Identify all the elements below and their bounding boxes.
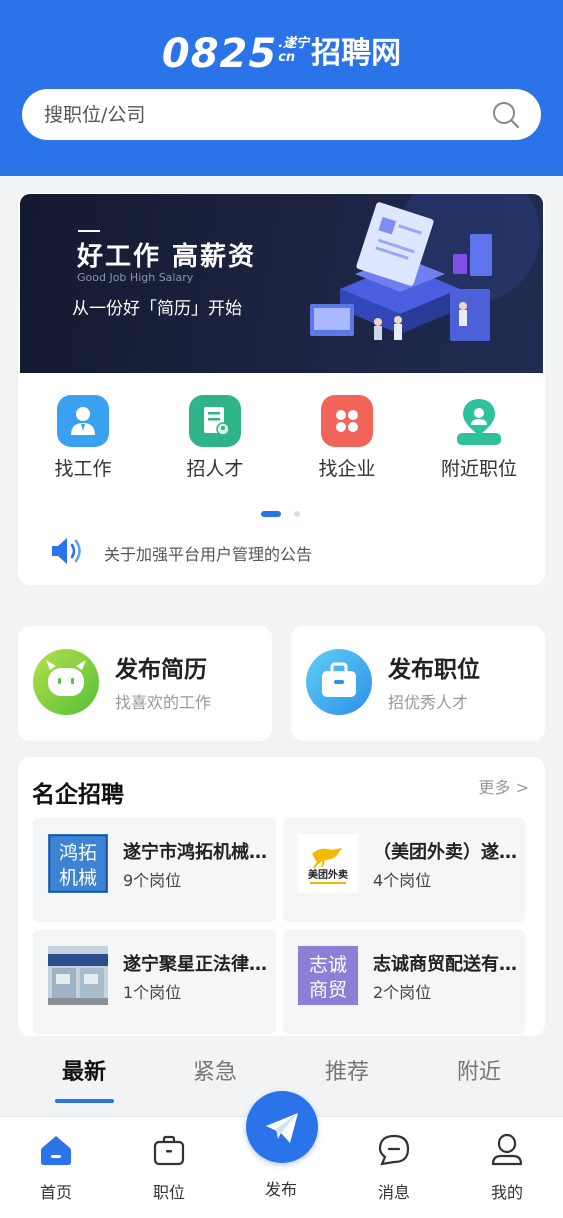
tab-nearby[interactable]: 附近 [414,1054,544,1086]
tab-recommended[interactable]: 推荐 [282,1054,412,1086]
carousel-dot[interactable] [294,511,300,517]
banner-illustration [310,194,540,341]
banner-line [78,230,100,232]
famous-companies-section: 名企招聘 更多 > 鸿拓 机械 遂宁市鸿拓机械有限公司 9个岗位 美团外卖 （美… [18,757,545,1036]
carousel-indicator [261,510,311,518]
nav-mine[interactable]: 我的 [467,1133,547,1203]
company-name: 遂宁聚星正法律咨询 [123,954,271,975]
company-name: 遂宁市鸿拓机械有限公司 [123,842,271,863]
tab-active-indicator [55,1099,114,1103]
company-logo: 美团外卖 [298,834,358,893]
company-name: （美团外卖）遂宁站 [373,842,521,863]
nav-jobs[interactable]: 职位 [129,1133,209,1203]
publish-title: 发布职位 [388,657,480,683]
banner-subtitle-en: Good Job High Salary [77,271,194,284]
quick-link-nearby-jobs[interactable]: 附近职位 [429,395,529,481]
nav-label: 首页 [39,1183,72,1202]
home-card: 好工作 高薪资 Good Job High Salary 从一份好「简历」开始 [18,193,545,585]
nav-messages[interactable]: 消息 [354,1133,434,1203]
publish-subtitle: 找喜欢的工作 [115,693,212,712]
company-card[interactable]: 鸿拓 机械 遂宁市鸿拓机械有限公司 9个岗位 [33,818,276,922]
quick-link-label: 找企业 [318,458,376,480]
company-logo-text: 美团外卖 [308,868,348,881]
nav-label: 我的 [490,1183,523,1202]
publish-subtitle: 招优秀人才 [388,693,469,712]
message-icon [378,1134,410,1166]
company-logo-text: 志诚 [309,954,347,976]
face-icon [33,649,99,715]
carousel-dot-active[interactable] [261,511,281,517]
grid-icon [321,395,373,447]
resume-icon [189,395,241,447]
notice-bar[interactable]: 关于加强平台用户管理的公告 [48,534,528,568]
banner-subtitle: 从一份好「简历」开始 [72,299,242,319]
company-card[interactable]: 美团外卖 （美团外卖）遂宁站 4个岗位 [283,818,526,922]
quick-link-find-company[interactable]: 找企业 [297,395,397,481]
speaker-icon [52,538,81,564]
user-icon [491,1133,523,1166]
banner-title: 好工作 高薪资 [77,242,257,272]
header: 0825.遂宁 cn 招聘网 [0,0,563,176]
company-card[interactable]: 遂宁聚星正法律咨询 1个岗位 [33,930,276,1034]
company-job-count: 4个岗位 [373,871,432,890]
company-job-count: 9个岗位 [123,871,182,890]
company-job-count: 2个岗位 [373,983,432,1002]
location-pin-icon [457,399,501,445]
company-card[interactable]: 志诚 商贸 志诚商贸配送有限公司 2个岗位 [283,930,526,1034]
company-logo [48,946,108,1005]
more-link[interactable]: 更多 > [479,774,530,798]
publish-resume-card[interactable]: 发布简历 找喜欢的工作 [18,626,272,741]
quick-link-find-talent[interactable]: 招人才 [165,395,265,481]
company-logo-text: 商贸 [309,979,347,1001]
company-name: 志诚商贸配送有限公司 [373,954,521,975]
company-logo-text: 鸿拓 [59,842,97,864]
tab-latest[interactable]: 最新 [19,1054,149,1086]
banner[interactable]: 好工作 高薪资 Good Job High Salary 从一份好「简历」开始 [20,194,543,373]
nav-label: 消息 [377,1183,410,1202]
briefcase-icon [306,649,372,715]
quick-link-find-job[interactable]: 找工作 [33,395,133,481]
section-title: 名企招聘 [32,782,124,808]
site-logo[interactable]: 0825.遂宁 cn 招聘网 [0,28,563,77]
nav-label: 发布 [264,1180,297,1199]
logo-name: 招聘网 [311,36,402,71]
briefcase-icon [153,1135,185,1166]
quick-link-label: 找工作 [54,458,112,480]
logo-domain-bottom: cn [278,50,296,65]
search-icon[interactable] [491,100,521,130]
company-job-count: 1个岗位 [123,983,182,1002]
company-logo: 鸿拓 机械 [48,834,108,893]
quick-link-label: 招人才 [186,458,244,480]
person-icon [57,395,109,447]
quick-link-label: 附近职位 [440,458,517,480]
company-logo: 志诚 商贸 [298,946,358,1005]
publish-title: 发布简历 [115,657,207,683]
logo-domain-top: .遂宁 [278,36,310,51]
logo-domain: .遂宁 cn [278,37,309,65]
publish-job-card[interactable]: 发布职位 招优秀人才 [291,626,545,741]
tab-urgent[interactable]: 紧急 [150,1054,280,1086]
nav-label: 职位 [152,1183,185,1202]
notice-text: 关于加强平台用户管理的公告 [104,545,313,564]
publish-button[interactable] [246,1091,318,1163]
nav-home[interactable]: 首页 [16,1133,96,1203]
logo-number: 0825 [161,31,278,77]
search-bar [22,89,541,140]
search-input[interactable] [44,102,464,128]
quick-links: 找工作 招人才 找企业 附近职位 [18,395,545,480]
home-icon [41,1136,71,1165]
company-logo-text: 机械 [59,867,97,889]
paper-plane-icon [266,1113,298,1143]
